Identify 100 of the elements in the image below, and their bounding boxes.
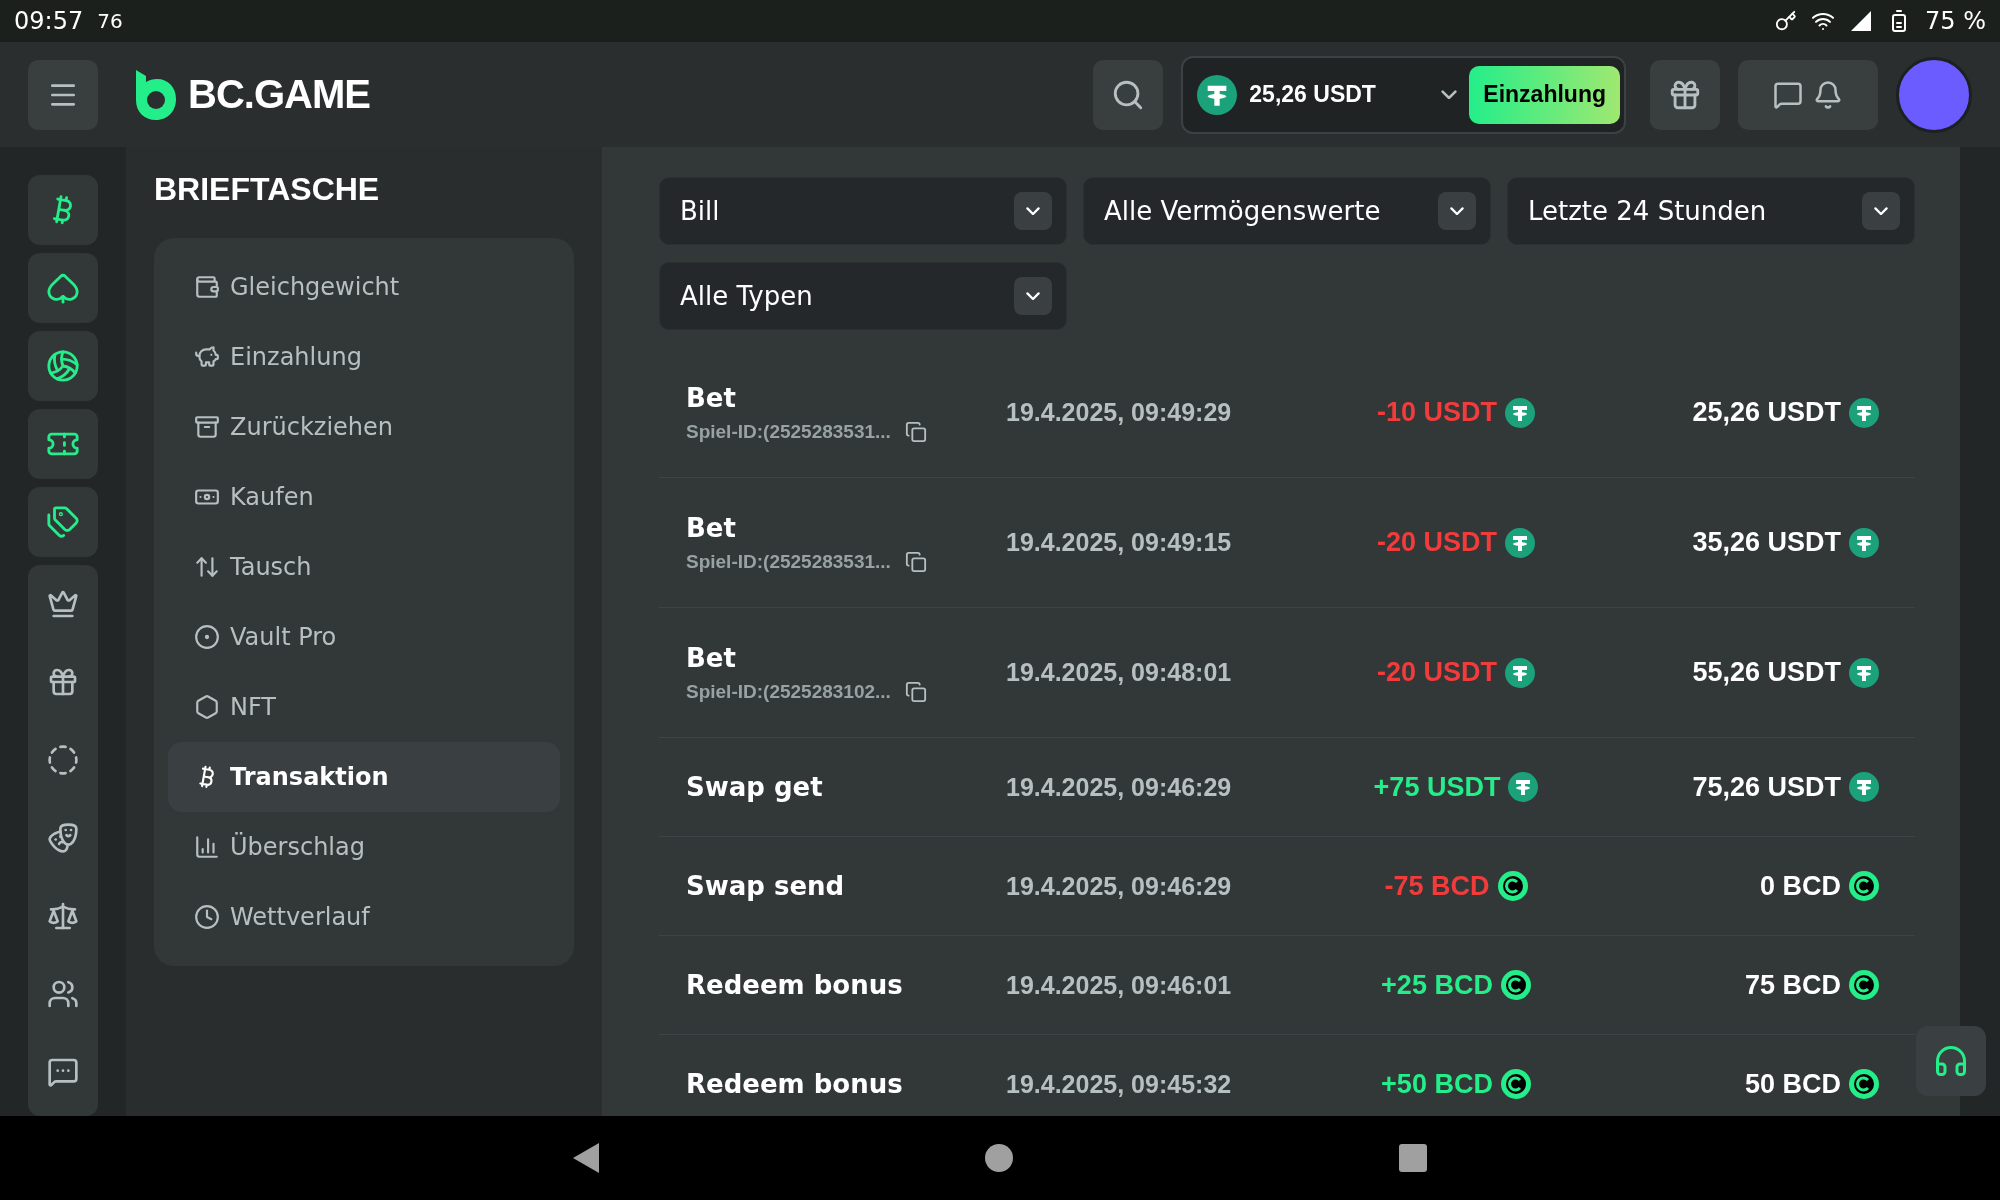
chat-notification-button[interactable] <box>1738 59 1878 130</box>
tether-coin-icon <box>1849 772 1879 802</box>
copy-button[interactable] <box>904 550 927 573</box>
copy-icon <box>904 680 927 703</box>
filter-select[interactable]: Alle Vermögenswerte <box>1083 177 1491 245</box>
copy-icon <box>904 420 927 443</box>
transaction-amount: -75 BCD <box>1384 870 1490 902</box>
tether-coin-icon <box>1849 397 1879 428</box>
tether-coin-icon <box>1197 74 1238 115</box>
game-id: Spiel-ID:(2525283531... <box>686 420 891 443</box>
wallet-title: BRIEFTASCHE <box>154 171 381 208</box>
chat-bubble-icon <box>47 1056 79 1088</box>
deposit-button[interactable]: Einzahlung <box>1469 65 1620 124</box>
wallet-menu-item[interactable]: Einzahlung <box>168 322 560 392</box>
home-button[interactable] <box>985 1144 1013 1172</box>
wallet-menu-item[interactable]: Wettverlauf <box>168 882 560 952</box>
gift-icon <box>47 666 79 698</box>
transaction-type: Redeem bonus <box>686 1069 904 1099</box>
balance-after: 50 BCD <box>1744 1068 1841 1100</box>
dotted-circle-icon <box>47 744 79 776</box>
wallet-menu-item[interactable]: Kaufen <box>168 462 560 532</box>
back-icon <box>573 1143 599 1173</box>
transaction-time: 19.4.2025, 09:46:01 <box>1006 970 1233 1000</box>
transaction-amount: -20 USDT <box>1377 527 1497 558</box>
transaction-type: Bet <box>686 642 737 673</box>
hexagon-icon <box>194 694 220 720</box>
rail-casino-button[interactable] <box>28 253 98 323</box>
rail-ticket-button[interactable] <box>28 409 98 479</box>
transaction-time: 19.4.2025, 09:45:32 <box>1006 1069 1233 1099</box>
balance-selector[interactable]: 25,26 USDT Einzahlung <box>1181 55 1626 134</box>
transaction-time: 19.4.2025, 09:49:15 <box>1006 528 1233 557</box>
back-button[interactable] <box>573 1143 599 1173</box>
wallet-menu-item[interactable]: Gleichgewicht <box>168 252 560 322</box>
transaction-time: 19.4.2025, 09:49:29 <box>1006 398 1233 427</box>
menu-button[interactable] <box>28 59 98 130</box>
transaction-type: Swap send <box>686 871 846 901</box>
transaction-amount: +25 BCD <box>1381 969 1493 1001</box>
copy-button[interactable] <box>904 420 927 443</box>
chevron-down-icon <box>1026 291 1040 301</box>
tether-coin-icon <box>1508 772 1539 802</box>
support-button[interactable] <box>1916 1026 1986 1096</box>
filter-select[interactable]: Alle Typen <box>659 262 1067 330</box>
swap-arrows-icon <box>194 554 220 580</box>
transaction-time: 19.4.2025, 09:46:29 <box>1006 772 1233 802</box>
bcd-coin-icon <box>1849 871 1879 901</box>
logo-text: BC.GAME <box>188 72 370 117</box>
battery-percent: 75 % <box>1925 7 1986 35</box>
wallet-menu-item[interactable]: NFT <box>168 672 560 742</box>
transaction-type: Redeem bonus <box>686 970 904 1000</box>
rail-sports-button[interactable] <box>28 331 98 401</box>
piggy-bank-icon <box>194 344 220 370</box>
game-id: Spiel-ID:(2525283531... <box>686 550 891 573</box>
balance-after: 75 BCD <box>1744 969 1841 1001</box>
status-time: 09:57 <box>14 7 84 35</box>
users-icon <box>47 978 79 1010</box>
transaction-amount: -20 USDT <box>1377 657 1497 688</box>
tether-coin-icon <box>1849 527 1879 558</box>
transaction-type: Swap get <box>686 772 824 802</box>
vault-icon <box>194 624 220 650</box>
search-button[interactable] <box>1093 59 1164 130</box>
ball-icon <box>46 349 80 383</box>
key-icon <box>1775 10 1797 32</box>
wallet-menu-item[interactable]: Zurückziehen <box>168 392 560 462</box>
crown-icon <box>47 588 79 620</box>
balance-after: 25,26 USDT <box>1692 397 1841 428</box>
recents-icon <box>1399 1144 1427 1172</box>
balance-amount: 25,26 USDT <box>1249 81 1377 108</box>
clock-icon <box>194 904 220 930</box>
scale-icon <box>47 900 79 932</box>
rail-tags-button[interactable] <box>28 487 98 557</box>
game-id: Spiel-ID:(2525283102... <box>686 680 891 703</box>
chevron-down-icon <box>1441 89 1458 100</box>
bell-icon <box>1813 79 1843 110</box>
chevron-down-icon <box>1026 206 1040 216</box>
filter-select[interactable]: Bill <box>659 177 1067 245</box>
wallet-menu-item[interactable]: Überschlag <box>168 812 560 882</box>
balance-after: 55,26 USDT <box>1692 657 1841 688</box>
wallet-menu-item[interactable]: Transaktion <box>168 742 560 812</box>
bcd-coin-icon <box>1849 1069 1879 1099</box>
balance-after: 35,26 USDT <box>1692 527 1841 558</box>
rail-home-button[interactable] <box>28 175 98 245</box>
tether-coin-icon <box>1505 397 1535 428</box>
copy-button[interactable] <box>904 680 927 703</box>
balance-after: 0 BCD <box>1760 870 1841 902</box>
transaction-type: Bet <box>686 382 737 413</box>
headset-icon <box>1933 1043 1969 1079</box>
transaction-time: 19.4.2025, 09:46:29 <box>1006 871 1233 901</box>
filter-select[interactable]: Letzte 24 Stunden <box>1507 177 1915 245</box>
tether-coin-icon <box>1505 657 1535 688</box>
copy-icon <box>904 550 927 573</box>
chevron-down-icon <box>1450 206 1464 216</box>
bcd-coin-icon <box>1500 1069 1531 1099</box>
tags-icon <box>46 505 80 539</box>
bcd-coin-icon <box>1500 970 1531 1000</box>
bar-chart-icon <box>194 834 220 860</box>
wallet-menu-item[interactable]: Tausch <box>168 532 560 602</box>
transaction-amount: +50 BCD <box>1381 1068 1493 1100</box>
home-icon <box>985 1144 1013 1172</box>
wallet-menu-item[interactable]: Vault Pro <box>168 602 560 672</box>
gift-button[interactable] <box>1650 59 1720 130</box>
